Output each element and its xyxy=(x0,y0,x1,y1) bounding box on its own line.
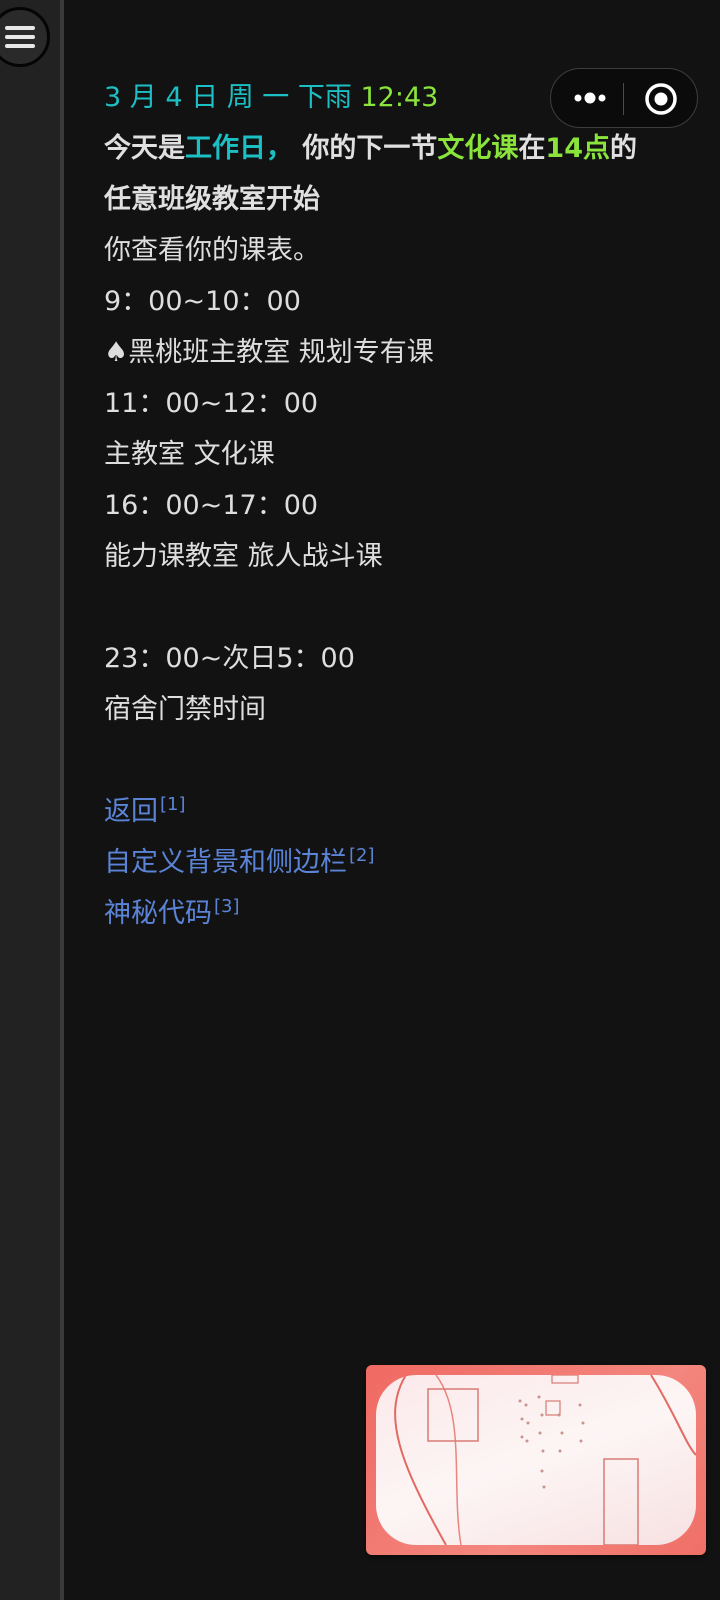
schedule-desc: 能力课教室 旅人战斗课 xyxy=(104,541,383,572)
schedule-time: 16：00~17：00 xyxy=(104,490,319,521)
course-hour-text: 14点 xyxy=(545,133,610,164)
floating-widget[interactable] xyxy=(366,1365,706,1555)
main-content: 3 月 4 日 周 一 下雨 12:43 今天是工作日， 你的下一节文化课在14… xyxy=(104,72,684,939)
decorative-pattern-icon xyxy=(394,1375,696,1545)
secret-code-label: 神秘代码 xyxy=(104,898,212,929)
schedule-time: 11：00~12：00 xyxy=(104,388,319,419)
app-screen: 3 月 4 日 周 一 下雨 12:43 今天是工作日， 你的下一节文化课在14… xyxy=(0,0,720,1600)
date-text: 3 月 4 日 xyxy=(104,82,219,113)
customize-link-label: 自定义背景和侧边栏 xyxy=(104,847,347,878)
schedule-desc: 主教室 文化课 xyxy=(104,439,275,470)
customize-background-link[interactable]: 自定义背景和侧边栏 [2] xyxy=(104,837,684,888)
next-class-message: 今天是工作日， 你的下一节文化课在14点的 xyxy=(104,123,684,174)
msg-part-1: 今天是 xyxy=(104,133,185,164)
msg-part-3: 在 xyxy=(518,133,546,164)
day-type-text: 工作日， xyxy=(185,133,293,164)
secret-code-link[interactable]: 神秘代码 [3] xyxy=(104,888,684,939)
back-link[interactable]: 返回 [1] xyxy=(104,786,684,837)
sidebar xyxy=(0,0,60,1600)
secret-code-ref: [3] xyxy=(214,896,240,917)
schedule-time: 9：00~10：00 xyxy=(104,286,301,317)
floating-widget-artwork xyxy=(376,1375,696,1545)
time-text: 12:43 xyxy=(360,82,439,113)
weekday-text: 周 一 xyxy=(226,82,290,113)
schedule-intro: 你查看你的课表。 xyxy=(104,235,320,266)
schedule-desc: 宿舍门禁时间 xyxy=(104,694,266,725)
msg-part-2: 你的下一节 xyxy=(293,133,438,164)
schedule-desc: ♠黑桃班主教室 规划专有课 xyxy=(104,337,434,368)
back-link-ref: [1] xyxy=(160,794,186,815)
sidebar-divider xyxy=(60,0,64,1600)
back-link-label: 返回 xyxy=(104,796,158,827)
weather-text: 下雨 xyxy=(297,82,352,113)
msg-part-4: 的 xyxy=(609,133,637,164)
course-name-text: 文化课 xyxy=(437,133,519,164)
hamburger-icon xyxy=(5,26,35,48)
status-line: 3 月 4 日 周 一 下雨 12:43 xyxy=(104,72,684,123)
customize-link-ref: [2] xyxy=(349,845,375,866)
next-class-location: 任意班级教室开始 xyxy=(104,184,320,215)
schedule-time: 23：00~次日5：00 xyxy=(104,643,355,674)
